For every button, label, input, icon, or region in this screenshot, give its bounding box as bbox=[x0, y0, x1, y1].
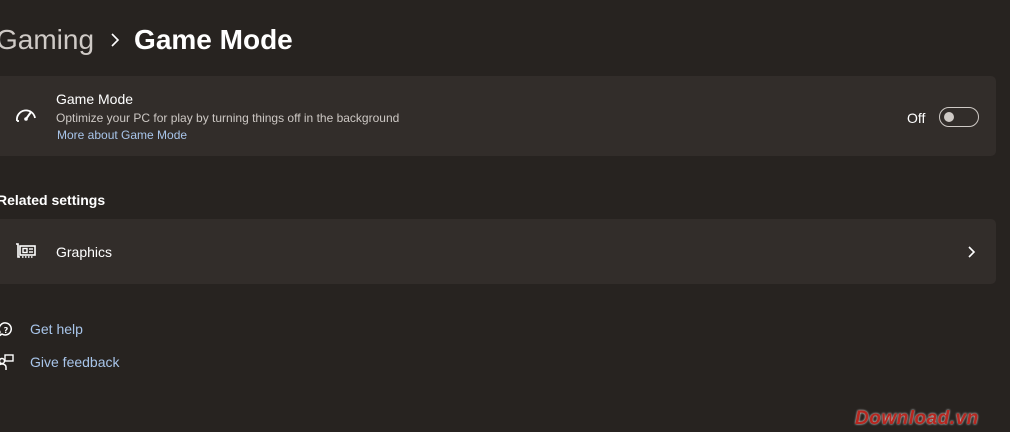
feedback-person-icon bbox=[0, 354, 14, 377]
graphics-card-icon bbox=[14, 241, 38, 261]
speedometer-icon bbox=[14, 106, 38, 126]
game-mode-toggle[interactable] bbox=[939, 107, 979, 127]
toggle-knob bbox=[944, 112, 954, 122]
give-feedback-label: Give feedback bbox=[30, 354, 120, 370]
graphics-label: Graphics bbox=[56, 244, 113, 260]
related-settings-heading: Related settings bbox=[0, 192, 106, 208]
more-about-game-mode-link[interactable]: More about Game Mode bbox=[57, 128, 187, 142]
svg-text:?: ? bbox=[4, 326, 9, 335]
chevron-right-icon bbox=[110, 33, 120, 47]
settings-page: Gaming Game Mode Game Mode Optimize your… bbox=[0, 0, 1010, 432]
breadcrumb-gaming[interactable]: Gaming bbox=[0, 24, 94, 56]
get-help-label: Get help bbox=[30, 321, 83, 337]
game-mode-title: Game Mode bbox=[56, 91, 134, 107]
watermark-logo: Download.vn bbox=[855, 408, 979, 429]
chevron-right-icon bbox=[966, 245, 976, 264]
graphics-settings-row[interactable] bbox=[0, 219, 996, 284]
breadcrumb: Gaming Game Mode bbox=[0, 18, 293, 62]
game-mode-description: Optimize your PC for play by turning thi… bbox=[56, 111, 400, 125]
toggle-state-label: Off bbox=[907, 110, 926, 126]
page-title: Game Mode bbox=[134, 24, 293, 55]
help-chat-icon: ? bbox=[0, 321, 14, 344]
